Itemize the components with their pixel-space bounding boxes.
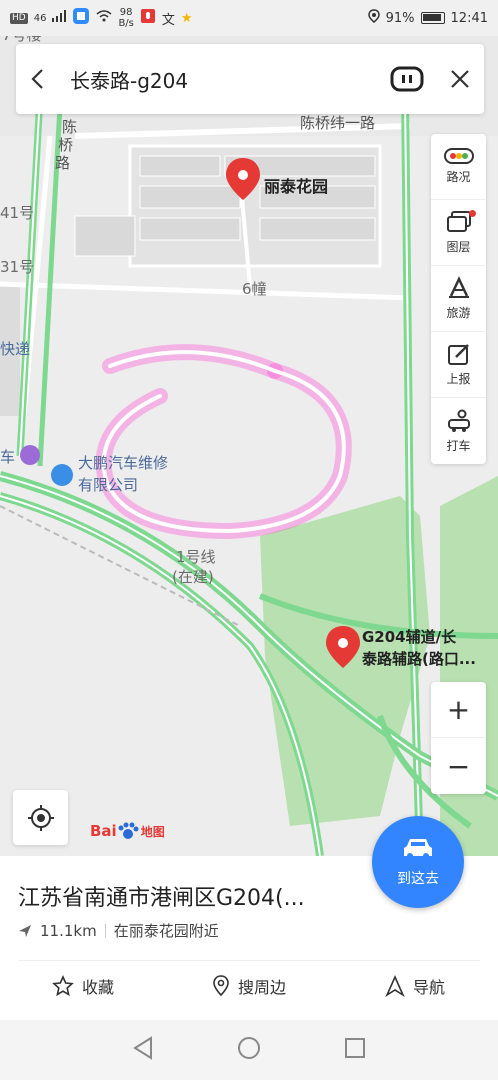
home-nav-icon[interactable] [237,1036,261,1064]
traffic-icon [443,148,474,164]
system-nav-bar [0,1020,498,1080]
back-icon[interactable] [30,68,44,90]
map-canvas [0,36,498,856]
notification-dot [469,210,476,217]
paw-icon [118,822,139,839]
layers-icon [446,211,471,232]
clock: 12:41 [450,10,488,26]
star-icon: ★ [180,10,193,26]
direction-arrow-icon [19,924,31,937]
zoom-control: + − [431,682,486,794]
navigate-icon [385,975,405,997]
location-icon [367,9,380,27]
map-label-line1: 1号线 [176,548,216,566]
place-title[interactable]: 江苏省南通市港闸区G204(... [18,880,305,912]
map-label-che: 车 [0,448,16,466]
go-here-button[interactable]: 到这去 [372,816,464,908]
location-pin-icon [213,975,229,997]
app-icon [72,7,90,29]
mic-icon [140,8,156,28]
favorite-button[interactable]: 收藏 [0,974,166,998]
traffic-button[interactable]: 路况 [431,134,486,200]
search-bar[interactable]: 长泰路-g204 [16,44,484,114]
signal-icon [52,10,67,26]
travel-icon [448,276,469,298]
battery-icon [420,12,445,24]
search-query[interactable]: 长泰路-g204 [70,65,390,94]
layers-button[interactable]: 图层 [431,200,486,266]
back-nav-icon[interactable] [132,1036,154,1064]
locate-button[interactable] [13,790,68,845]
zoom-in-button[interactable]: + [431,682,486,738]
poi-label-g204[interactable]: G204辅道/长 泰路辅路(路口... [362,626,476,670]
shop-poi-icon[interactable] [20,445,40,465]
map-label-31: 31号 [0,258,35,276]
star-outline-icon [52,975,74,997]
zoom-out-button[interactable]: − [431,738,486,794]
battery-percent: 91% [385,10,415,26]
taxi-button[interactable]: 打车 [431,398,486,464]
report-icon [447,344,469,365]
distance-text: 11.1km [40,921,97,940]
network-speed: 98 B/s [118,7,134,29]
map-toolbar: 路况 图层 旅游 上报 打车 [431,134,486,464]
taxi-icon [447,409,470,432]
map-view[interactable]: 7号楼 陈桥纬一路 陈 桥 路 41号 31号 6幢 快递 车 1号线 (在建)… [0,36,498,856]
poi-label-litai[interactable]: 丽泰花园 [264,173,328,197]
voice-assistant-icon[interactable] [390,66,424,92]
hd-badge: HD [10,12,28,24]
car-icon [404,839,432,859]
map-label-6: 6幢 [242,280,267,298]
nearby-text: 在丽泰花园附近 [113,922,219,940]
highlight-scribble [95,344,352,540]
search-nearby-button[interactable]: 搜周边 [166,974,332,998]
recents-nav-icon[interactable] [344,1037,366,1063]
action-bar: 收藏 搜周边 导航 [0,974,498,998]
car-repair-poi-icon[interactable] [51,464,73,486]
place-meta: 11.1km 在丽泰花园附近 [18,920,219,941]
navigate-button[interactable]: 导航 [332,974,498,998]
road-label-chenqiao-3: 路 [55,154,71,172]
locate-icon [27,804,54,831]
wifi-icon [96,10,112,26]
translate-icon: 文 [161,12,175,28]
map-label-kuaidi: 快递 [0,340,31,358]
map-label-line1-sub: (在建) [172,568,214,586]
report-button[interactable]: 上报 [431,332,486,398]
poi-label-repair[interactable]: 大鹏汽车维修 有限公司 [78,452,168,496]
signal-text: 46 [33,12,47,24]
road-label-chenqiaowei: 陈桥纬一路 [300,114,376,132]
baidu-map-logo: Bai du 地图 [90,822,165,840]
status-bar: HD 46 98 B/s 文 ★ 91% 12:41 [0,0,498,36]
close-icon[interactable] [450,69,470,89]
travel-button[interactable]: 旅游 [431,266,486,332]
map-label-41: 41号 [0,204,35,222]
